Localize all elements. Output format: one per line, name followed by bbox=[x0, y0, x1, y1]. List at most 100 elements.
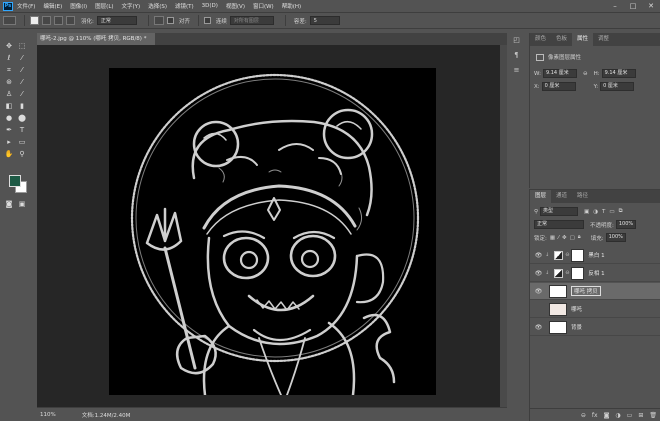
pen-icon[interactable]: ✒ bbox=[4, 125, 14, 135]
menu-layer[interactable]: 图层(L) bbox=[95, 2, 113, 10]
path-select-icon[interactable]: ▸ bbox=[4, 137, 14, 147]
width-field[interactable]: 9.14 厘米 bbox=[542, 69, 577, 78]
history-panel-icon[interactable]: ◰ bbox=[512, 36, 521, 45]
stamp-icon[interactable]: ♙ bbox=[4, 89, 14, 99]
layer-name[interactable]: 黑白 1 bbox=[588, 251, 604, 259]
swatch-icon[interactable] bbox=[153, 16, 164, 25]
lasso-icon[interactable]: ℓ bbox=[4, 53, 14, 63]
lock-paint-icon[interactable]: ⁄ bbox=[558, 235, 559, 241]
move-icon[interactable]: ✥ bbox=[4, 41, 14, 51]
tab-color[interactable]: 颜色 bbox=[530, 33, 551, 46]
height-field[interactable]: 9.14 厘米 bbox=[601, 69, 636, 78]
subtract-selection-icon[interactable] bbox=[54, 16, 63, 25]
menu-edit[interactable]: 编辑(E) bbox=[43, 2, 62, 10]
blend-mode-select[interactable]: 正常 bbox=[534, 220, 584, 229]
mask-link-icon[interactable]: ⊖ bbox=[565, 270, 569, 276]
gradient-icon[interactable]: ▮ bbox=[17, 101, 27, 111]
actions-panel-icon[interactable]: ¶ bbox=[512, 51, 521, 60]
filter-shape-icon[interactable]: ▭ bbox=[609, 209, 614, 215]
tab-paths[interactable]: 路径 bbox=[572, 190, 593, 203]
menu-3d[interactable]: 3D(D) bbox=[202, 3, 218, 9]
shape-icon[interactable]: ▭ bbox=[17, 137, 27, 147]
mask-icon[interactable]: ◙ bbox=[604, 412, 610, 419]
zoom-level[interactable]: 110% bbox=[40, 412, 56, 418]
menu-view[interactable]: 视图(V) bbox=[226, 2, 245, 10]
brush-icon[interactable]: ⁄ bbox=[17, 77, 27, 87]
maximize-button[interactable]: □ bbox=[624, 0, 642, 12]
vertical-scrollbar[interactable] bbox=[500, 45, 507, 407]
layer-name[interactable]: 哪吒 拷贝 bbox=[571, 286, 601, 296]
layer-mask-thumbnail[interactable] bbox=[571, 248, 585, 262]
mask-link-icon[interactable]: ⊖ bbox=[565, 252, 569, 258]
eyedropper-icon[interactable]: ⁄ bbox=[17, 65, 27, 75]
layer-row[interactable]: 👁︎ ↓ ⊖ 反相 1 bbox=[530, 265, 660, 282]
layer-row[interactable]: 👁︎ 背景 bbox=[530, 319, 660, 336]
zoom-icon[interactable]: ⚲ bbox=[17, 149, 27, 159]
link-icon[interactable]: ⊖ bbox=[581, 412, 586, 419]
link-dimensions-icon[interactable]: ⊖ bbox=[583, 71, 588, 77]
tolerance-input[interactable]: 5 bbox=[309, 16, 340, 25]
menu-type[interactable]: 文字(Y) bbox=[122, 2, 141, 10]
history-brush-icon[interactable]: ⁄ bbox=[17, 89, 27, 99]
lock-all-icon[interactable]: 🔒︎ bbox=[578, 234, 581, 241]
hand-icon[interactable]: ✋ bbox=[4, 149, 14, 159]
add-selection-icon[interactable] bbox=[42, 16, 51, 25]
tab-adjustments[interactable]: 调整 bbox=[593, 33, 614, 46]
opacity-field[interactable]: 100% bbox=[615, 220, 636, 229]
intersect-selection-icon[interactable] bbox=[66, 16, 75, 25]
menu-filter[interactable]: 滤镜(T) bbox=[175, 2, 194, 10]
visibility-eye-icon[interactable]: 👁︎ bbox=[534, 252, 543, 259]
artboard-image[interactable] bbox=[109, 68, 436, 395]
filter-adjust-icon[interactable]: ◑ bbox=[593, 209, 598, 215]
tool-preset-icon[interactable] bbox=[3, 16, 16, 25]
menu-window[interactable]: 窗口(W) bbox=[253, 2, 274, 10]
document-tab[interactable]: 哪吒-2.jpg @ 110% (哪吒 拷贝, RGB/8) * × bbox=[37, 33, 155, 54]
close-button[interactable]: ✕ bbox=[642, 0, 660, 12]
layer-thumbnail[interactable] bbox=[549, 302, 567, 316]
sample-select[interactable]: 对所有图层 bbox=[229, 16, 274, 25]
layer-name[interactable]: 哪吒 bbox=[571, 305, 582, 313]
new-layer-icon[interactable]: ⊞ bbox=[638, 412, 643, 419]
type-icon[interactable]: T bbox=[17, 125, 27, 135]
tab-layers[interactable]: 图层 bbox=[530, 190, 552, 203]
y-field[interactable]: 0 厘米 bbox=[600, 82, 635, 91]
quick-mask-icon[interactable]: ◙ bbox=[4, 199, 14, 209]
fx-icon[interactable]: fx bbox=[592, 412, 598, 419]
healing-icon[interactable]: ⊛ bbox=[4, 77, 14, 87]
x-field[interactable]: 0 厘米 bbox=[541, 82, 576, 91]
trash-icon[interactable]: 🗑︎ bbox=[649, 412, 657, 419]
filter-smart-icon[interactable]: ⧉ bbox=[619, 208, 623, 215]
menu-select[interactable]: 选择(S) bbox=[148, 2, 167, 10]
visibility-eye-icon[interactable]: 👁︎ bbox=[534, 288, 543, 295]
menu-help[interactable]: 帮助(H) bbox=[282, 2, 301, 10]
new-selection-icon[interactable] bbox=[30, 16, 39, 25]
fill-field[interactable]: 100% bbox=[605, 233, 626, 242]
blur-icon[interactable]: ● bbox=[4, 113, 14, 123]
layer-mask-thumbnail[interactable] bbox=[571, 266, 585, 280]
anti-alias-checkbox[interactable] bbox=[203, 17, 211, 24]
visibility-eye-icon[interactable]: 👁︎ bbox=[534, 270, 543, 277]
info-panel-icon[interactable]: ≡ bbox=[512, 66, 521, 75]
document-info[interactable]: 文档:1.24M/2.40M bbox=[82, 411, 131, 419]
layer-filter-select[interactable]: 类型 bbox=[540, 207, 579, 216]
foreground-color-swatch[interactable] bbox=[9, 175, 21, 187]
eraser-icon[interactable]: ◧ bbox=[4, 101, 14, 111]
layer-name[interactable]: 反相 1 bbox=[588, 269, 604, 277]
adjustment-icon[interactable]: ◑ bbox=[615, 412, 620, 419]
tab-channels[interactable]: 通道 bbox=[551, 190, 572, 203]
contiguous-checkbox[interactable] bbox=[166, 17, 174, 24]
layer-thumbnail[interactable] bbox=[549, 284, 567, 298]
menu-file[interactable]: 文件(F) bbox=[17, 2, 35, 10]
layer-row-selected[interactable]: 👁︎ 哪吒 拷贝 bbox=[530, 283, 660, 300]
group-icon[interactable]: ▭ bbox=[627, 412, 633, 419]
canvas-area[interactable] bbox=[37, 45, 500, 407]
minimize-button[interactable]: – bbox=[606, 0, 624, 12]
tab-swatches[interactable]: 色板 bbox=[551, 33, 572, 46]
menu-image[interactable]: 图像(I) bbox=[70, 2, 87, 10]
mode-select[interactable]: 正常 bbox=[96, 16, 137, 25]
dodge-icon[interactable]: ⬤ bbox=[17, 113, 27, 123]
visibility-eye-icon[interactable]: 👁︎ bbox=[534, 306, 543, 313]
lock-artboard-icon[interactable]: ▢ bbox=[570, 235, 575, 241]
marquee-icon[interactable]: ⬚ bbox=[17, 41, 27, 51]
magic-wand-icon[interactable]: ⁄ bbox=[17, 53, 27, 63]
